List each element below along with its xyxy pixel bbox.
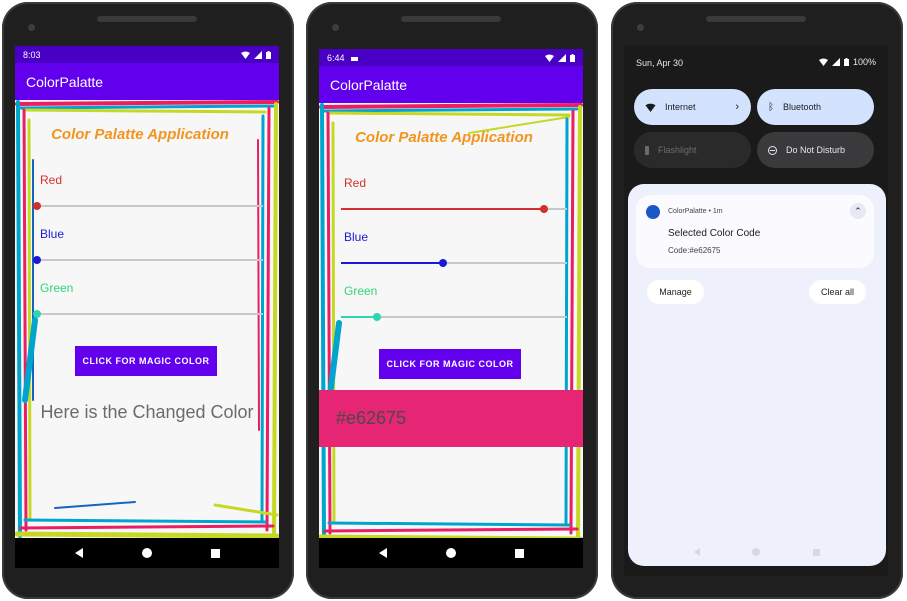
notification-shade: Sun, Apr 30 100% Internet › ᛒ Bluetooth … (624, 46, 888, 576)
app-content: Color Palatte Application Red Blue Green… (319, 103, 583, 541)
bluetooth-label: Bluetooth (783, 102, 822, 112)
notification-time: 1m (712, 208, 723, 215)
notification-title: Selected Color Code (668, 228, 761, 239)
blue-slider-thumb[interactable] (33, 256, 41, 264)
green-slider-thumb[interactable] (33, 310, 41, 318)
do-not-disturb-label: Do Not Disturb (786, 145, 846, 155)
battery-percent: 100% (852, 57, 876, 67)
back-icon[interactable] (694, 548, 701, 556)
flashlight-icon (645, 145, 649, 155)
red-slider-thumb[interactable] (540, 205, 549, 213)
home-icon[interactable] (445, 548, 456, 558)
red-label: Red (344, 176, 367, 190)
magic-color-button[interactable]: CLICK FOR MAGIC COLOR (379, 349, 521, 379)
recents-icon[interactable] (210, 548, 220, 558)
bluetooth-tile[interactable]: ᛒ Bluetooth (757, 89, 874, 125)
camera (637, 24, 644, 31)
recents-icon[interactable] (514, 548, 524, 558)
speaker (401, 16, 501, 22)
nav-bar (15, 538, 279, 568)
notification-card[interactable]: ColorPalatte • 1m ⌃ Selected Color Code … (636, 195, 874, 268)
app-bar: ColorPalatte (15, 63, 279, 100)
camera (332, 24, 339, 31)
date-label: Sun, Apr 30 (636, 58, 684, 68)
phone-2: 6:44 ColorPalatte Color Palatte Applicat… (306, 2, 598, 599)
red-label: Red (40, 173, 63, 187)
status-time: 6:44 (327, 52, 345, 63)
clear-all-button[interactable]: Clear all (809, 280, 866, 304)
magic-color-button[interactable]: CLICK FOR MAGIC COLOR (75, 346, 217, 376)
app-heading: Color Palatte Application (51, 126, 229, 143)
green-label: Green (344, 284, 378, 298)
nav-bar (628, 548, 886, 556)
notification-app-name: ColorPalatte (668, 208, 707, 215)
status-bar: 8:03 (15, 46, 279, 63)
result-text: #e62675 (336, 408, 407, 428)
wifi-icon (241, 51, 250, 59)
status-bar: 6:44 (319, 49, 583, 66)
do-not-disturb-icon (768, 145, 777, 155)
chevron-right-icon: › (735, 101, 739, 113)
app-content: Color Palatte Application Red Blue Green… (15, 100, 279, 538)
blue-label: Blue (40, 227, 65, 241)
app-heading: Color Palatte Application (355, 129, 533, 146)
blue-slider-thumb[interactable] (438, 259, 447, 267)
notification-panel: ColorPalatte • 1m ⌃ Selected Color Code … (628, 184, 886, 566)
bluetooth-icon: ᛒ (768, 101, 774, 113)
home-icon[interactable] (141, 548, 152, 558)
green-label: Green (40, 281, 74, 295)
flashlight-tile[interactable]: Flashlight (634, 132, 751, 168)
blue-slider[interactable] (33, 254, 263, 266)
do-not-disturb-tile[interactable]: Do Not Disturb (757, 132, 874, 168)
expand-icon[interactable]: ⌃ (850, 203, 866, 219)
recents-icon[interactable] (812, 548, 820, 556)
result-text: Here is the Changed Color (40, 402, 254, 422)
battery-icon (570, 53, 575, 62)
screen-2: 6:44 ColorPalatte Color Palatte Applicat… (319, 49, 583, 541)
battery-icon (843, 58, 849, 66)
phone-3: Sun, Apr 30 100% Internet › ᛒ Bluetooth … (611, 2, 903, 599)
speaker (97, 16, 197, 22)
phone-1: 8:03 ColorPalatte Color Palatte Applicat… (2, 2, 294, 599)
back-icon[interactable] (74, 548, 83, 558)
speaker (706, 16, 806, 22)
internet-label: Internet (665, 102, 696, 112)
red-slider-thumb[interactable] (33, 202, 41, 210)
manage-button[interactable]: Manage (647, 280, 704, 304)
blue-label: Blue (344, 230, 369, 244)
home-icon[interactable] (752, 548, 761, 556)
green-slider[interactable] (341, 311, 567, 323)
red-slider[interactable] (341, 203, 567, 215)
nav-bar (319, 538, 583, 568)
status-time: 8:03 (23, 49, 41, 60)
result-color-swatch: #e62675 (319, 390, 583, 447)
green-slider[interactable] (33, 308, 263, 320)
wifi-icon (645, 103, 656, 112)
green-slider-thumb[interactable] (373, 313, 382, 321)
red-slider[interactable] (33, 200, 263, 212)
app-title: ColorPalatte (330, 76, 408, 93)
internet-tile[interactable]: Internet › (634, 89, 751, 125)
back-icon[interactable] (378, 548, 387, 558)
app-icon (646, 205, 660, 219)
wifi-icon (818, 58, 828, 66)
signal-icon (558, 53, 566, 62)
app-title: ColorPalatte (26, 73, 104, 90)
camera (28, 24, 35, 31)
notification-icon (351, 56, 359, 61)
battery-icon (266, 50, 271, 59)
notification-body: Code:#e62675 (668, 246, 721, 255)
app-bar: ColorPalatte (319, 66, 583, 103)
blue-slider[interactable] (341, 257, 567, 269)
flashlight-label: Flashlight (658, 145, 697, 155)
wifi-icon (545, 54, 554, 62)
screen-1: 8:03 ColorPalatte Color Palatte Applicat… (15, 46, 279, 538)
signal-icon (254, 50, 262, 59)
signal-icon (831, 58, 840, 66)
